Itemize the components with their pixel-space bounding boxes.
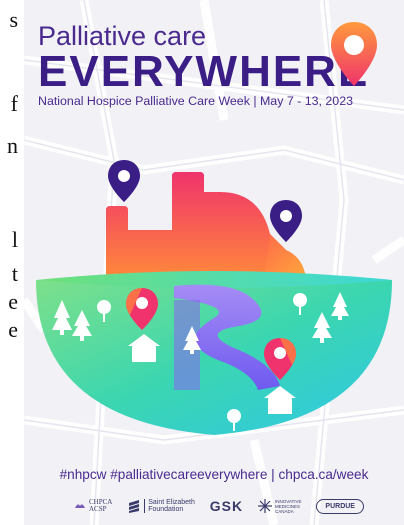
location-pin-icon xyxy=(108,160,140,202)
article-fragment: e xyxy=(8,317,18,342)
imc-label-mid: MEDICINES xyxy=(274,503,300,509)
article-fragment: l xyxy=(11,227,18,252)
innovative-medicines-logo: INNOVATIVE MEDICINES CANADA xyxy=(257,498,302,514)
saint-elizabeth-logo: Saint Elizabeth Foundation xyxy=(127,499,195,513)
headline-line-2: EVERYWHERE xyxy=(38,47,370,96)
headline-line-1: Palliative care xyxy=(38,21,207,51)
location-pin-icon xyxy=(331,22,377,86)
campaign-poster: Palliative care EVERYWHERE National Hosp… xyxy=(24,0,404,525)
hashtags-and-url: #nhpcw #palliativecareeverywhere | chpca… xyxy=(59,467,369,482)
gsk-logo: GSK xyxy=(209,498,244,514)
starburst-icon xyxy=(257,499,272,513)
article-fragment: t xyxy=(11,261,18,286)
imc-label-top: INNOVATIVE xyxy=(274,498,302,504)
saint-elizabeth-label: Saint Elizabeth xyxy=(148,499,195,506)
event-dates: National Hospice Palliative Care Week | … xyxy=(38,94,353,108)
article-fragment: n xyxy=(7,133,18,158)
article-fragment: f xyxy=(10,91,18,116)
community-illustration xyxy=(36,160,392,435)
poster-headline: Palliative care EVERYWHERE xyxy=(38,22,369,94)
purdue-logo: PURDUE xyxy=(316,498,364,514)
article-fragment: s xyxy=(9,7,18,32)
location-pin-icon xyxy=(270,200,302,242)
saint-elizabeth-mark-icon xyxy=(129,500,140,513)
chpca-logo: CHPCA ACSP xyxy=(74,499,112,513)
sponsor-logos: CHPCA ACSP Saint Elizabeth Foundation GS… xyxy=(74,495,364,517)
acsp-label: ACSP xyxy=(89,505,107,513)
imc-label-bottom: CANADA xyxy=(274,508,294,514)
foundation-label: Foundation xyxy=(148,506,184,513)
hands-icon xyxy=(75,504,85,508)
article-text-column: s f n l t e e xyxy=(0,0,24,525)
article-fragment: e xyxy=(8,289,18,314)
